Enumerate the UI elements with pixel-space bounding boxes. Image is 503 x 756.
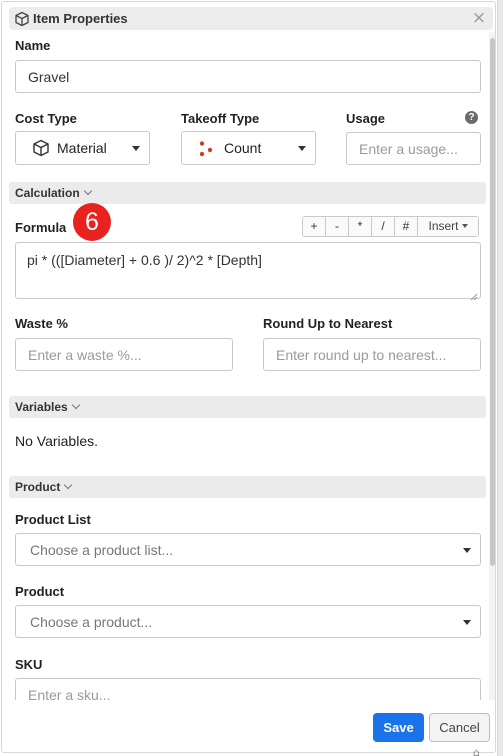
operator-multiply-button[interactable]: * (349, 217, 372, 236)
dots-icon (198, 140, 214, 158)
item-properties-dialog: Item Properties × Name Gravel Cost Type … (1, 1, 496, 753)
variables-section-label: Variables (15, 400, 68, 414)
product-section-header[interactable]: Product (9, 476, 486, 498)
calculation-section-header[interactable]: Calculation (9, 182, 486, 204)
background-window-corner: ⌂ (473, 746, 480, 756)
waste-input[interactable]: Enter a waste %... (15, 338, 233, 371)
formula-operator-toolbar: + - * / # Insert (302, 216, 479, 237)
chevron-down-icon (83, 186, 92, 196)
chevron-down-icon (298, 146, 306, 151)
chevron-down-icon (461, 224, 468, 228)
cost-type-value: Material (57, 140, 107, 156)
product-select[interactable]: Choose a product... (15, 605, 481, 638)
dialog-titlebar[interactable]: Item Properties × (9, 7, 493, 30)
chevron-down-icon (132, 146, 140, 151)
takeoff-type-select[interactable]: Count (181, 131, 316, 165)
cube-icon (14, 11, 30, 27)
chevron-down-icon (64, 480, 73, 490)
chevron-down-icon (71, 400, 80, 410)
cost-type-label: Cost Type (15, 111, 77, 126)
round-up-label: Round Up to Nearest (263, 316, 393, 331)
cancel-button[interactable]: Cancel (429, 713, 490, 742)
help-icon[interactable]: ? (465, 111, 478, 124)
insert-label: Insert (428, 219, 459, 233)
operator-number-button[interactable]: # (395, 217, 418, 236)
no-variables-text: No Variables. (15, 433, 99, 449)
waste-label: Waste % (15, 316, 68, 331)
name-label: Name (15, 38, 51, 53)
product-list-placeholder: Choose a product list... (30, 542, 174, 558)
chevron-down-icon (463, 547, 471, 553)
dialog-body[interactable]: Name Gravel Cost Type Material Takeoff T… (2, 32, 488, 700)
insert-dropdown-button[interactable]: Insert (418, 217, 478, 236)
sku-label: SKU (15, 657, 43, 672)
name-input[interactable]: Gravel (15, 60, 481, 93)
takeoff-type-label: Takeoff Type (181, 111, 260, 126)
formula-value: pi * (([Diameter] + 0.6 )/ 2)^2 * [Depth… (27, 252, 262, 268)
product-list-label: Product List (15, 512, 91, 527)
dialog-title: Item Properties (33, 11, 128, 26)
chevron-down-icon (463, 619, 471, 625)
calculation-section-label: Calculation (15, 186, 80, 200)
resize-handle-icon[interactable] (470, 288, 478, 301)
product-label: Product (15, 584, 65, 599)
operator-divide-button[interactable]: / (372, 217, 395, 236)
usage-input[interactable]: Enter a usage... (346, 132, 481, 165)
product-placeholder: Choose a product... (30, 614, 153, 630)
variables-section-header[interactable]: Variables (9, 396, 486, 418)
formula-textarea[interactable]: pi * (([Diameter] + 0.6 )/ 2)^2 * [Depth… (15, 242, 481, 301)
round-up-input[interactable]: Enter round up to nearest... (263, 338, 481, 371)
step-number-badge: 6 (73, 203, 111, 241)
operator-plus-button[interactable]: + (303, 217, 326, 236)
background-window-edge (497, 0, 503, 756)
product-section-label: Product (15, 480, 61, 494)
takeoff-type-value: Count (224, 140, 262, 156)
cost-type-select[interactable]: Material (15, 131, 150, 165)
usage-label: Usage (346, 111, 386, 126)
save-button[interactable]: Save (373, 713, 424, 742)
product-list-select[interactable]: Choose a product list... (15, 533, 481, 566)
formula-label: Formula (15, 220, 67, 235)
cube-icon (32, 139, 50, 157)
scrollbar-thumb[interactable] (490, 38, 495, 566)
operator-minus-button[interactable]: - (326, 217, 349, 236)
close-icon[interactable]: × (471, 9, 487, 27)
sku-input[interactable]: Enter a sku... (15, 678, 481, 700)
